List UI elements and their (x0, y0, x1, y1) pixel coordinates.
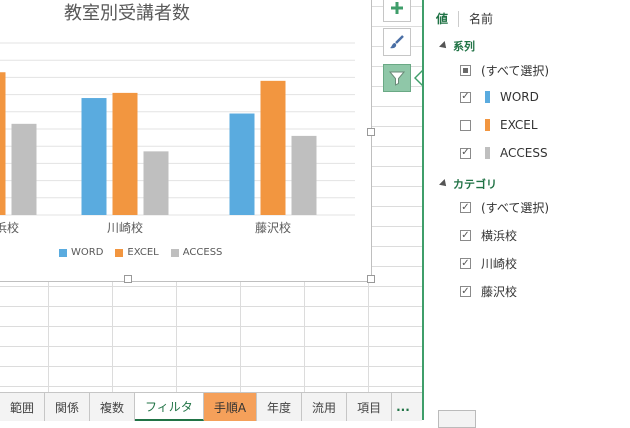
category-checkbox[interactable]: ✓ (460, 286, 471, 297)
series-filter-row[interactable]: ✓ ACCESS (460, 146, 548, 160)
legend-label: EXCEL (127, 247, 159, 258)
chart-resize-handle[interactable] (367, 275, 375, 283)
chart-elements-button[interactable] (383, 0, 411, 22)
legend-item-excel[interactable]: EXCEL (115, 247, 159, 258)
category-checkbox[interactable]: ✓ (460, 230, 471, 241)
series-filter-row[interactable]: (すべて選択) (460, 62, 549, 79)
legend-item-word[interactable]: WORD (59, 247, 103, 258)
pane-tabs: 値 名前 (436, 10, 503, 27)
bar-word-1[interactable] (81, 98, 107, 215)
category-section-label: カテゴリ (453, 178, 497, 191)
series-filter-label: EXCEL (500, 118, 538, 132)
series-checkbox[interactable]: ✓ (460, 91, 471, 103)
tab-divider (458, 10, 460, 27)
category-filter-row[interactable]: ✓ (すべて選択) (460, 199, 549, 216)
category-filter-label: 藤沢校 (481, 285, 518, 299)
filter-icon (389, 71, 405, 86)
series-filter-label: ACCESS (500, 146, 548, 160)
category-filter-row[interactable]: ✓ 横浜校 (460, 227, 517, 244)
chart-resize-handle[interactable] (367, 128, 375, 136)
sheet-tab-bar: 範囲 関係 複数 フィルタ 手順A 年度 流用 項目... (0, 392, 422, 421)
legend-label: ACCESS (182, 247, 223, 258)
series-checkbox[interactable] (460, 119, 471, 131)
category-filter-label: 横浜校 (481, 229, 518, 243)
series-filter-label: (すべて選択) (481, 64, 550, 78)
legend-label: WORD (71, 247, 104, 258)
bar-excel-2[interactable] (260, 80, 286, 215)
tab-values[interactable]: 値 (436, 10, 458, 27)
series-color-swatch (485, 91, 490, 103)
sheet-tab[interactable]: 項目 (347, 393, 393, 421)
legend-swatch (59, 248, 67, 257)
category-checkbox[interactable]: ✓ (460, 258, 471, 269)
category-checkbox[interactable]: ✓ (460, 202, 471, 213)
bar-excel-1[interactable] (112, 92, 138, 215)
collapse-triangle-icon (439, 179, 449, 189)
plus-icon (391, 2, 403, 14)
brush-icon (390, 35, 404, 49)
sheet-tab[interactable]: 年度 (257, 393, 303, 421)
bar-excel-0[interactable] (0, 72, 6, 216)
collapse-triangle-icon (439, 41, 449, 51)
chart-resize-handle[interactable] (124, 275, 132, 283)
series-filter-row[interactable]: ✓ WORD (460, 90, 539, 104)
series-filter-row[interactable]: EXCEL (460, 118, 538, 132)
tab-names[interactable]: 名前 (469, 10, 503, 27)
legend-item-access[interactable]: ACCESS (170, 247, 223, 258)
series-color-swatch (485, 119, 490, 131)
sheet-tab[interactable]: 範囲 (0, 393, 46, 421)
plot-area (0, 42, 355, 216)
category-filter-row[interactable]: ✓ 藤沢校 (460, 283, 517, 300)
category-filter-row[interactable]: ✓ 川崎校 (460, 255, 517, 272)
sheet-tab[interactable]: フィルタ (135, 393, 204, 421)
sheet-tab[interactable]: 複数 (90, 393, 136, 421)
legend-swatch (170, 248, 179, 257)
bar-access-1[interactable] (143, 151, 169, 215)
series-checkbox[interactable]: ✓ (460, 147, 471, 159)
sheet-tab[interactable]: 手順A (203, 393, 258, 421)
legend-swatch (115, 248, 124, 257)
chart-filters-button[interactable] (383, 64, 411, 92)
more-sheets-button[interactable]: ... (392, 393, 414, 421)
bar-word-2[interactable] (229, 113, 255, 215)
bar-access-0[interactable] (11, 123, 37, 215)
series-color-swatch (485, 147, 490, 159)
category-section-header[interactable]: カテゴリ (439, 176, 497, 192)
chart-styles-button[interactable] (383, 28, 411, 56)
category-label: 藤沢校 (254, 221, 292, 235)
series-section-header[interactable]: 系列 (439, 38, 475, 54)
series-checkbox[interactable] (460, 65, 471, 76)
sheet-tab[interactable]: 流用 (302, 393, 348, 421)
category-label: 川崎校 (106, 221, 144, 235)
series-section-label: 系列 (453, 40, 475, 53)
sheet-tab[interactable]: 関係 (45, 393, 91, 421)
chart-area[interactable]: 教室別受講者数 浜校 川崎校 藤沢校 WORD EXCEL ACCESS (0, 0, 372, 282)
bar-access-2[interactable] (291, 135, 317, 215)
chart-filter-pane: 値 名前 系列 (すべて選択) ✓ WORD EXCEL ✓ ACCESS カテゴリ ✓ (… (422, 0, 630, 420)
apply-button[interactable] (438, 410, 476, 428)
category-filter-label: 川崎校 (481, 257, 518, 271)
chart-legend[interactable]: WORD EXCEL ACCESS (59, 247, 222, 258)
category-filter-label: (すべて選択) (481, 201, 550, 215)
category-label: 浜校 (0, 221, 20, 235)
series-filter-label: WORD (500, 90, 539, 104)
